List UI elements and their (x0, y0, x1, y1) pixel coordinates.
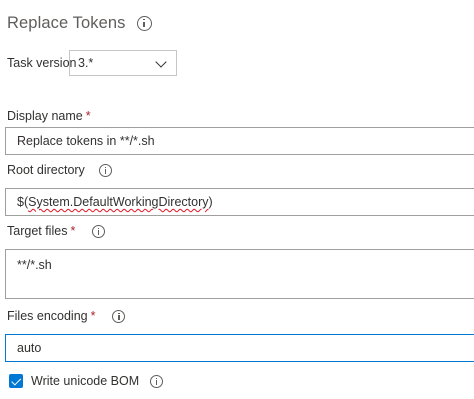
info-icon[interactable] (98, 163, 112, 177)
info-icon[interactable] (112, 309, 126, 323)
info-icon[interactable] (136, 15, 152, 31)
display-name-value: Replace tokens in **/*.sh (17, 134, 155, 148)
page-title: Replace Tokens (7, 13, 126, 32)
required-marker: * (90, 309, 96, 323)
task-version-label: Task version (7, 56, 76, 70)
root-directory-label-text: Root directory (7, 163, 85, 177)
chevron-down-icon (155, 56, 167, 68)
root-directory-label: Root directory (7, 163, 112, 177)
task-settings-panel: Replace Tokens Task version 3.* Display … (0, 0, 474, 399)
task-version-select[interactable]: 3.* (69, 50, 177, 76)
write-unicode-bom-label-text: Write unicode BOM (31, 374, 140, 388)
required-marker: * (70, 224, 76, 238)
root-directory-value: $(System.DefaultWorkingDirectory) (17, 195, 213, 209)
target-files-label-text: Target files (7, 224, 68, 238)
files-encoding-field[interactable]: auto (5, 334, 474, 362)
files-encoding-value: auto (17, 341, 42, 355)
target-files-textarea[interactable]: **/*.sh (5, 249, 474, 299)
target-files-value: **/*.sh (17, 258, 52, 272)
info-icon[interactable] (150, 374, 164, 388)
panel-header: Replace Tokens (7, 11, 152, 35)
display-name-field[interactable]: Replace tokens in **/*.sh (5, 127, 474, 155)
write-unicode-bom-label[interactable]: Write unicode BOM (31, 374, 164, 388)
display-name-label-text: Display name (7, 109, 83, 123)
spellcheck-flagged-text: System.DefaultWorkingDirectory (28, 195, 209, 209)
display-name-label: Display name * (7, 109, 91, 123)
write-unicode-bom-checkbox[interactable] (9, 374, 23, 388)
root-directory-field[interactable]: $(System.DefaultWorkingDirectory) (5, 188, 474, 216)
required-marker: * (85, 109, 91, 123)
task-version-value: 3.* (78, 56, 94, 70)
files-encoding-label-text: Files encoding (7, 309, 88, 323)
target-files-label: Target files * (7, 224, 106, 238)
info-icon[interactable] (92, 224, 106, 238)
task-version-label-text: Task version (7, 56, 77, 70)
files-encoding-label: Files encoding * (7, 309, 126, 323)
